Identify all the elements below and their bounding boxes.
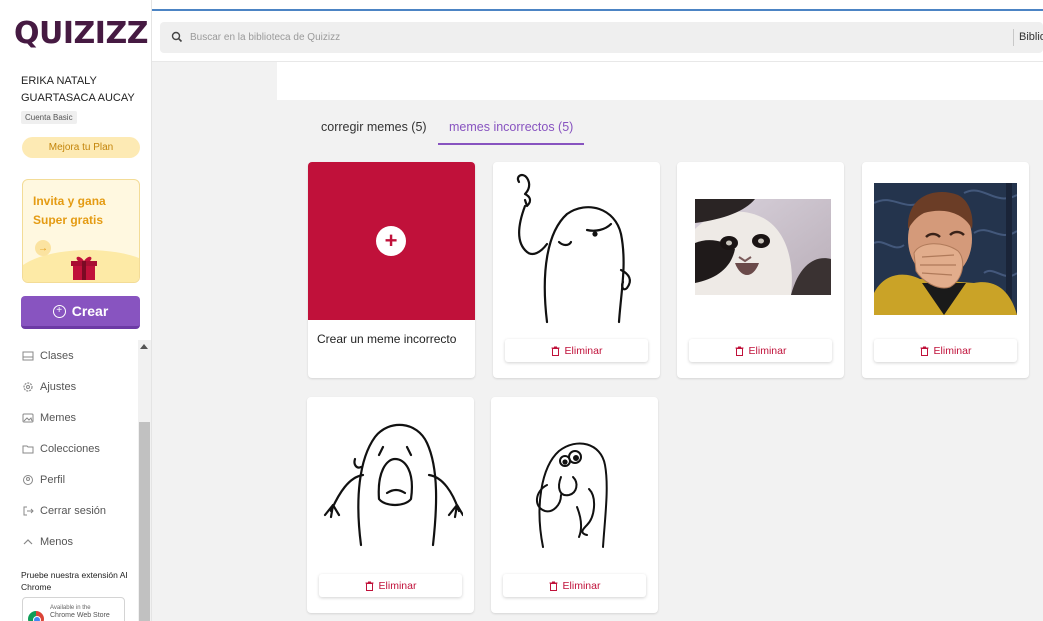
- sidebar: QUIZIZZ ERIKA NATALY GUARTASACA AUCAY Cu…: [0, 0, 152, 621]
- tab-corregir-memes[interactable]: corregir memes (5): [321, 120, 427, 145]
- sidebar-item-label: Cerrar sesión: [40, 505, 107, 517]
- library-filter-dropdown[interactable]: Biblioteca: [1019, 31, 1043, 43]
- trash-icon: [920, 346, 929, 356]
- chevron-up-icon: [23, 539, 33, 545]
- gear-icon: [23, 382, 33, 392]
- invite-title-line2: Super gratis: [33, 213, 104, 227]
- plus-circle-icon: +: [52, 304, 66, 318]
- image-icon: [22, 413, 34, 423]
- delete-label: Eliminar: [562, 579, 601, 592]
- meme-card[interactable]: Eliminar: [307, 397, 474, 613]
- upgrade-plan-button[interactable]: Mejora tu Plan: [22, 137, 140, 158]
- delete-button[interactable]: Eliminar: [874, 339, 1017, 362]
- sidebar-item-label: Perfil: [40, 474, 66, 486]
- sidebar-item-clases[interactable]: Clases: [22, 346, 74, 366]
- logout-icon: [23, 506, 34, 516]
- sidebar-item-label: Memes: [40, 412, 77, 424]
- quizizz-logo[interactable]: QUIZIZZ: [14, 16, 148, 51]
- search-icon: [171, 31, 183, 43]
- create-button[interactable]: + Crear: [21, 296, 140, 329]
- chrome-extension-promo: Pruebe nuestra extensión AI Chrome: [21, 570, 128, 592]
- trash-icon: [735, 346, 744, 356]
- profile-icon: [23, 475, 33, 485]
- trash-icon: [365, 581, 374, 591]
- flork-screaming-meme-image: [323, 423, 463, 547]
- sidebar-item-perfil[interactable]: Perfil: [22, 470, 65, 490]
- sidebar-item-label: Colecciones: [40, 443, 100, 455]
- create-meme-banner: +: [308, 162, 475, 320]
- invite-title-line1: Invita y gana: [33, 194, 106, 208]
- sidebar-item-ajustes[interactable]: Ajustes: [22, 377, 76, 397]
- search-input[interactable]: [190, 22, 1010, 53]
- plan-badge: Cuenta Basic: [21, 111, 77, 124]
- trash-icon: [551, 346, 560, 356]
- content-header: [277, 62, 1043, 100]
- create-button-label: Crear: [71, 303, 109, 319]
- sidebar-item-label: Menos: [40, 536, 74, 548]
- sidebar-item-menos[interactable]: Menos: [22, 532, 73, 552]
- delete-label: Eliminar: [378, 579, 417, 592]
- delete-button[interactable]: Eliminar: [505, 339, 648, 362]
- delete-label: Eliminar: [933, 344, 972, 357]
- laughing-captain-meme-image: [874, 183, 1017, 315]
- create-meme-card[interactable]: + Crear un meme incorrecto: [308, 162, 475, 378]
- meme-tabs: corregir memes (5) memes incorrectos (5): [277, 100, 1043, 145]
- gift-icon: [71, 256, 97, 280]
- sidebar-item-cerrar-sesion[interactable]: Cerrar sesión: [22, 501, 106, 521]
- sidebar-item-label: Clases: [40, 350, 74, 362]
- sidebar-item-label: Ajustes: [40, 381, 77, 393]
- meme-card[interactable]: Eliminar: [493, 162, 660, 378]
- create-meme-label: Crear un meme incorrecto: [317, 332, 457, 346]
- user-name: ERIKA NATALY GUARTASACA AUCAY: [21, 75, 135, 104]
- flork-shocked-meme-image: [536, 442, 608, 548]
- plus-icon[interactable]: +: [376, 226, 406, 256]
- scrollbar-thumb[interactable]: [139, 422, 150, 621]
- sidebar-scrollbar[interactable]: [138, 340, 151, 621]
- classroom-icon: [22, 351, 34, 361]
- trash-icon: [549, 581, 558, 591]
- delete-label: Eliminar: [564, 344, 603, 357]
- top-border-accent: [152, 9, 1043, 11]
- meme-card[interactable]: Eliminar: [491, 397, 658, 613]
- search-divider: [1013, 29, 1014, 46]
- scroll-up-arrow-icon[interactable]: [140, 344, 148, 349]
- top-bar: Biblioteca: [152, 0, 1043, 62]
- meme-card[interactable]: Eliminar: [677, 162, 844, 378]
- arrow-right-icon[interactable]: →: [35, 240, 51, 256]
- crying-cat-meme-image: [695, 199, 831, 295]
- store-badge-text: Available in the Chrome Web Store: [50, 605, 110, 620]
- folder-icon: [22, 445, 34, 454]
- tab-memes-incorrectos[interactable]: memes incorrectos (5): [438, 120, 585, 145]
- delete-button[interactable]: Eliminar: [319, 574, 462, 597]
- sidebar-item-colecciones[interactable]: Colecciones: [22, 439, 100, 459]
- flork-pointing-meme-image: [516, 173, 631, 324]
- store-badge-line2: Chrome Web Store: [50, 612, 110, 619]
- invite-title: Invita y gana Super gratis: [33, 192, 106, 230]
- delete-button[interactable]: Eliminar: [689, 339, 832, 362]
- chrome-icon: [28, 611, 44, 621]
- sidebar-item-memes[interactable]: Memes: [22, 408, 76, 428]
- chrome-web-store-badge[interactable]: Available in the Chrome Web Store: [22, 597, 125, 621]
- delete-button[interactable]: Eliminar: [503, 574, 646, 597]
- meme-card[interactable]: Eliminar: [862, 162, 1029, 378]
- delete-label: Eliminar: [748, 344, 787, 357]
- store-badge-line1: Available in the: [50, 605, 91, 611]
- invite-promo-card[interactable]: Invita y gana Super gratis →: [22, 179, 140, 283]
- search-bar[interactable]: Biblioteca: [160, 22, 1043, 53]
